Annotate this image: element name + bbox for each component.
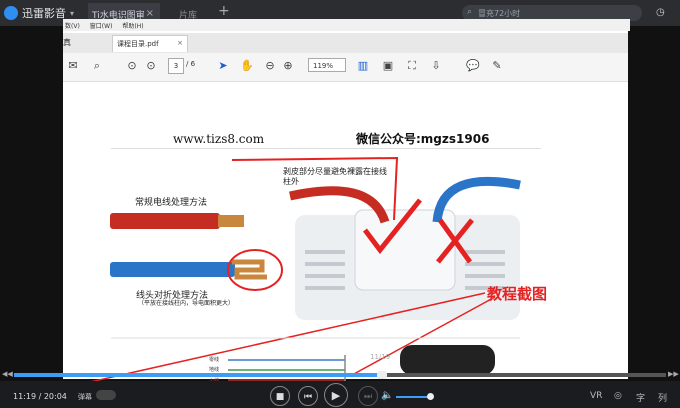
vr-button[interactable]: VR [590,391,602,401]
caption-fold-note: （平放在接线柱内，导电面积更大） [138,300,235,307]
volume-icon[interactable]: 🔈 [381,390,393,401]
danmu-label: 弹幕 [78,393,92,401]
wiring-diagram [228,355,346,382]
caption-normal-method: 常规电线处理方法 [135,198,208,208]
progress-handle[interactable] [376,371,387,379]
wire-label-neutral: 零线 [209,357,220,363]
playback-time: 11:19 / 20:04 [13,392,67,401]
volume-fill [396,396,429,398]
site-url: www.tizs8.com [173,132,265,146]
previous-button[interactable]: ⏮ [298,386,318,406]
copper-strand [218,215,244,227]
stop-button[interactable]: ■ [270,386,290,406]
playlist-button[interactable]: 列 [658,391,667,404]
device-photo [400,345,495,375]
progress-fill [14,373,382,377]
subtitle-button[interactable]: 字 [636,391,645,404]
blue-wire [110,262,235,277]
header-rule [111,148,541,149]
annotation-tutorial-screenshot: 教程截图 [487,285,548,303]
seek-forward-icon[interactable]: ▶▶ [668,370,679,378]
play-button[interactable]: ▶ [324,383,348,407]
tutorial-illustration [67,156,521,388]
folded-copper [232,259,267,280]
wechat-id: 微信公众号:mgzs1906 [356,132,490,146]
page-footer-number: 11/19 [370,353,391,361]
danmu-toggle[interactable] [96,390,116,400]
red-wire [110,213,220,229]
seek-back-icon[interactable]: ◀◀ [2,370,13,378]
wire-label-ground: 地线 [209,367,220,373]
screenshot-icon[interactable]: ◎ [614,391,622,401]
volume-handle[interactable] [427,393,434,400]
caption-strip-note: 剥皮部分尽量避免裸露在接线柱外 [283,167,387,186]
next-button[interactable]: ⏭ [358,386,378,406]
